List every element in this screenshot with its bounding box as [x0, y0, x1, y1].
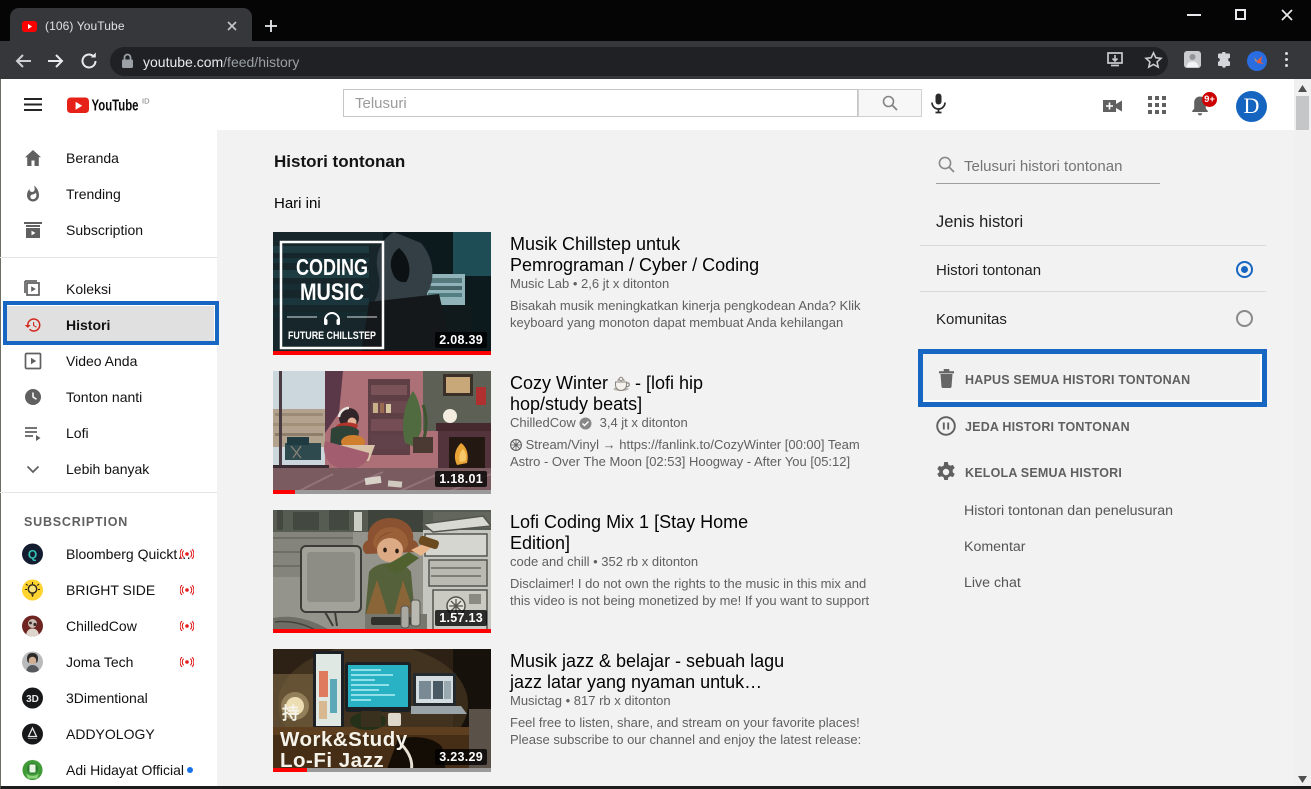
svg-text:Work&Study: Work&Study: [280, 728, 408, 751]
svg-text:3D: 3D: [26, 694, 39, 705]
svg-text:持: 持: [282, 703, 299, 723]
svg-text:YouTube: YouTube: [92, 98, 139, 115]
svg-text:CODING: CODING: [296, 254, 368, 280]
svg-text:FUTURE CHILLSTEP: FUTURE CHILLSTEP: [288, 330, 376, 342]
svg-text:ID: ID: [142, 97, 150, 106]
svg-text:Q: Q: [28, 548, 37, 562]
svg-text:MUSIC: MUSIC: [300, 279, 364, 306]
